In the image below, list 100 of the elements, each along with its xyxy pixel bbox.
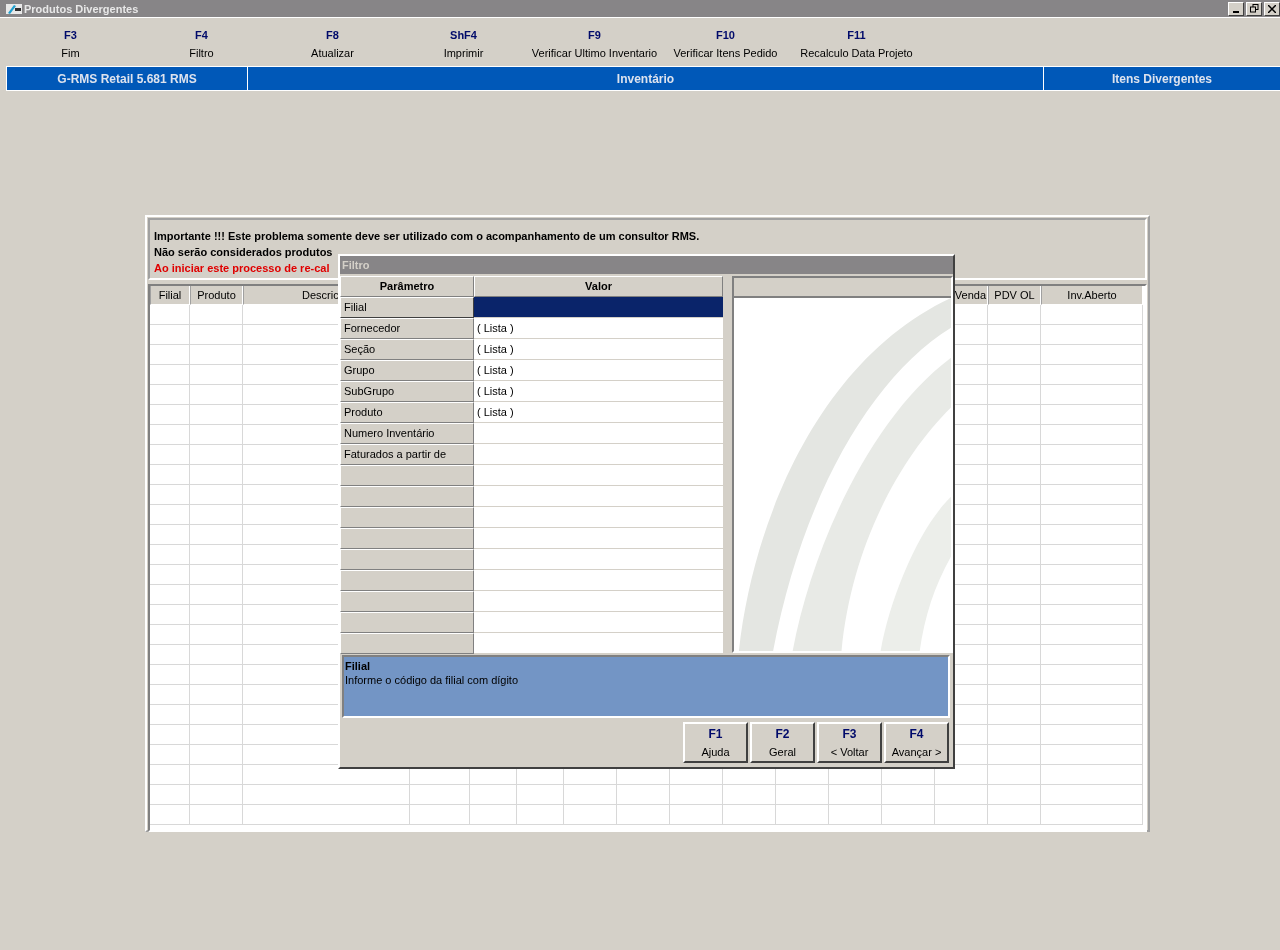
column-header: PDV OL — [988, 286, 1041, 305]
restore-button[interactable] — [1246, 1, 1262, 16]
table-cell — [150, 365, 190, 385]
table-cell — [150, 505, 190, 525]
table-cell — [988, 705, 1041, 725]
warning-text: Ao iniciar este processo de re-cal — [154, 261, 330, 276]
table-cell — [150, 525, 190, 545]
value-field[interactable] — [474, 444, 723, 465]
table-cell — [150, 385, 190, 405]
table-cell — [150, 685, 190, 705]
table-cell — [150, 465, 190, 485]
toolbar-button[interactable]: F9 Verificar Ultimo Inventario — [529, 18, 660, 66]
dialog-button[interactable]: F2 Geral — [750, 722, 815, 763]
table-cell — [829, 805, 882, 825]
table-cell — [150, 805, 190, 825]
table-cell — [988, 685, 1041, 705]
value-field[interactable] — [474, 423, 723, 444]
table-cell — [670, 805, 723, 825]
table-cell — [150, 445, 190, 465]
table-cell — [776, 785, 829, 805]
table-cell — [150, 425, 190, 445]
table-cell — [410, 805, 470, 825]
dialog-button[interactable]: F4 Avançar > — [884, 722, 949, 763]
table-cell — [150, 725, 190, 745]
table-cell — [988, 745, 1041, 765]
table-cell — [150, 585, 190, 605]
table-cell — [517, 785, 564, 805]
help-title: Filial — [345, 659, 372, 673]
table-cell — [150, 785, 190, 805]
column-header: Parâmetro — [340, 276, 474, 297]
table-cell — [150, 485, 190, 505]
close-button[interactable] — [1264, 1, 1280, 16]
table-cell — [882, 785, 935, 805]
dialog-title: Filtro — [340, 256, 953, 274]
table-cell — [988, 385, 1041, 405]
table-cell — [190, 785, 243, 805]
notice-text: Importante !!! Este problema somente deve ser utilizado com o acompanhamento de um consultor RMS. — [154, 229, 700, 244]
value-field[interactable]: ( Lista ) — [474, 339, 723, 360]
toolbar-button[interactable]: F8 Atualizar — [267, 18, 398, 66]
parameter-label[interactable]: Seção — [340, 339, 474, 360]
table-cell — [988, 605, 1041, 625]
table-cell — [723, 805, 776, 825]
module-name: Inventário — [248, 67, 1044, 90]
table-cell — [988, 525, 1041, 545]
table-cell — [150, 745, 190, 765]
column-header: Valor — [474, 276, 723, 297]
parameter-label[interactable]: Faturados a partir de — [340, 444, 474, 465]
screen-name: Itens Divergentes — [1110, 70, 1213, 88]
value-field[interactable]: ( Lista ) — [474, 360, 723, 381]
window-title: Produtos Divergentes — [24, 2, 139, 15]
value-field[interactable]: ( Lista ) — [474, 381, 723, 402]
table-cell — [988, 305, 1041, 325]
parameter-label[interactable]: Numero Inventário — [340, 423, 474, 444]
parameter-label[interactable]: Fornecedor — [340, 318, 474, 339]
toolbar-button[interactable]: F4 Filtro — [136, 18, 267, 66]
table-cell — [150, 565, 190, 585]
table-cell — [988, 645, 1041, 665]
column-header: Inv.Aberto — [1041, 286, 1143, 305]
toolbar-button[interactable]: F11 Recalculo Data Projeto — [791, 18, 922, 66]
parameter-label[interactable]: Grupo — [340, 360, 474, 381]
table-cell — [150, 605, 190, 625]
table-cell — [988, 805, 1041, 825]
table-cell — [988, 445, 1041, 465]
help-text: Informe o código da filial com dígito — [345, 673, 520, 687]
dialog-button[interactable]: F3 < Voltar — [817, 722, 882, 763]
table-cell — [564, 785, 617, 805]
table-cell — [988, 765, 1041, 785]
product-name: G-RMS Retail 5.681 RMS — [6, 67, 248, 90]
table-cell — [617, 805, 670, 825]
table-cell — [882, 805, 935, 825]
table-cell — [617, 785, 670, 805]
table-cell — [988, 405, 1041, 425]
minimize-button[interactable] — [1228, 1, 1244, 16]
value-field[interactable]: ( Lista ) — [474, 318, 723, 339]
table-cell — [988, 425, 1041, 445]
app-icon — [6, 2, 22, 15]
toolbar-button[interactable]: F3 Fim — [5, 18, 136, 66]
table-cell — [150, 765, 190, 785]
table-cell — [988, 485, 1041, 505]
close-icon — [1268, 4, 1276, 13]
table-cell — [190, 765, 243, 785]
table-cell — [776, 805, 829, 825]
table-cell — [564, 805, 617, 825]
table-cell — [517, 805, 564, 825]
table-cell — [470, 785, 517, 805]
parameter-label[interactable]: Filial — [340, 297, 474, 318]
table-cell — [988, 665, 1041, 685]
dialog-button[interactable]: F1 Ajuda — [683, 722, 748, 763]
table-cell — [988, 505, 1041, 525]
toolbar-button[interactable]: F10 Verificar Itens Pedido — [660, 18, 791, 66]
table-cell — [670, 785, 723, 805]
table-cell — [150, 705, 190, 725]
toolbar-button[interactable]: ShF4 Imprimir — [398, 18, 529, 66]
parameter-label[interactable]: Produto — [340, 402, 474, 423]
table-cell — [150, 665, 190, 685]
parameter-label[interactable]: SubGrupo — [340, 381, 474, 402]
table-cell — [988, 345, 1041, 365]
value-field[interactable] — [474, 297, 723, 318]
value-field[interactable]: ( Lista ) — [474, 402, 723, 423]
table-cell — [410, 785, 470, 805]
